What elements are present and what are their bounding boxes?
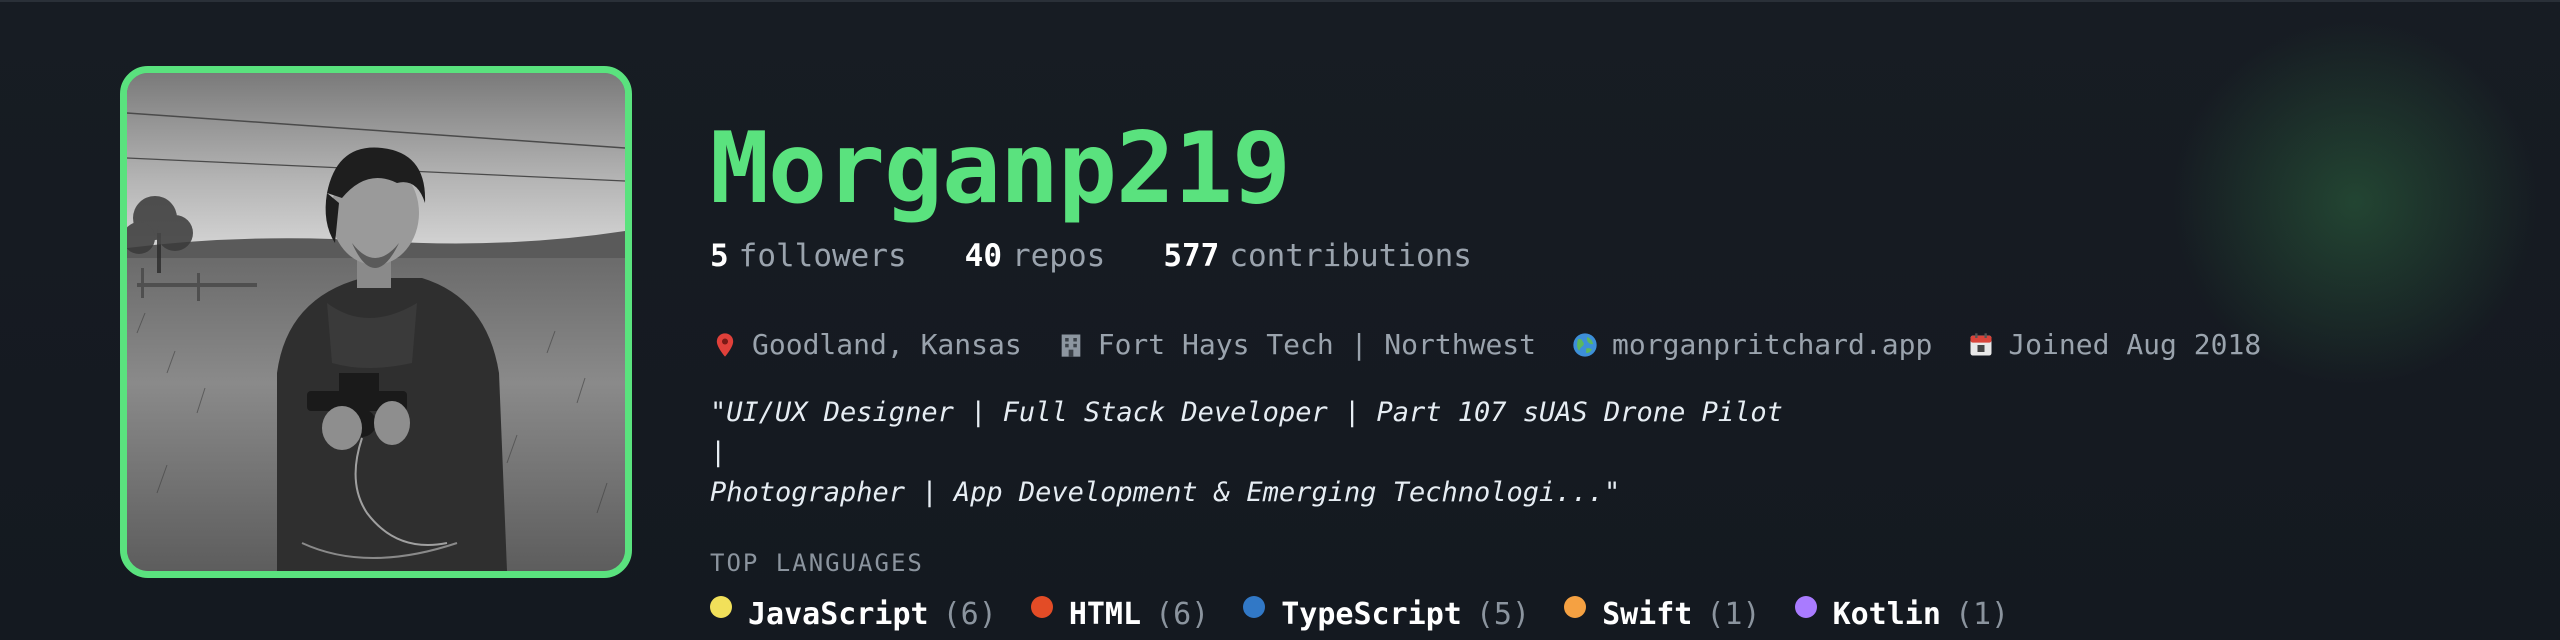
language-color-dot — [1030, 595, 1053, 618]
language-name: Swift — [1602, 597, 1693, 632]
language-name: JavaScript — [748, 597, 929, 632]
language-item[interactable]: TypeScript (5) — [1243, 595, 1531, 632]
language-name: HTML — [1068, 597, 1142, 632]
language-item[interactable]: HTML (6) — [1030, 595, 1210, 632]
stat-followers-label: followers — [738, 238, 907, 274]
language-name: TypeScript — [1281, 597, 1462, 632]
meta-website[interactable]: morganpritchard.app — [1570, 328, 1932, 361]
meta-company: Fort Hays Tech | Northwest — [1056, 328, 1536, 361]
globe-icon — [1570, 330, 1600, 360]
calendar-icon — [1966, 330, 1996, 360]
top-languages-title: TOP LANGUAGES — [710, 549, 924, 577]
language-item[interactable]: Swift (1) — [1564, 595, 1761, 632]
profile-info: Morganp219 5 followers 40 repos 577 contrib… — [710, 102, 2490, 632]
avatar-photo — [127, 73, 625, 571]
stat-contributions-value: 577 — [1163, 238, 1220, 274]
language-color-dot — [1564, 595, 1587, 618]
language-color-dot — [1243, 595, 1266, 618]
top-languages-list: JavaScript (6) HTML (6) TypeScript (5) S… — [710, 595, 2490, 632]
stat-followers[interactable]: 5 followers — [710, 238, 907, 274]
language-count: (5) — [1475, 597, 1531, 632]
building-icon — [1056, 330, 1086, 360]
language-count: (1) — [1706, 597, 1761, 632]
avatar[interactable] — [120, 66, 632, 578]
bio-line-2: Photographer | App Development & Emergin… — [710, 477, 1621, 508]
bio-line-1: "UI/UX Designer | Full Stack Developer |… — [710, 397, 1783, 468]
username[interactable]: Morganp219 — [710, 120, 2490, 218]
language-name: Kotlin — [1832, 597, 1941, 632]
stat-repos-label: repos — [1011, 238, 1106, 274]
meta-location: Goodland, Kansas — [710, 328, 1022, 361]
stat-contributions[interactable]: 577 contributions — [1163, 238, 1472, 274]
company-text: Fort Hays Tech | Northwest — [1097, 328, 1537, 361]
stat-followers-value: 5 — [710, 238, 729, 274]
stats-row: 5 followers 40 repos 577 contributions — [710, 238, 2490, 274]
language-count: (6) — [1155, 597, 1210, 632]
stat-repos-value: 40 — [964, 238, 1002, 274]
meta-joined: Joined Aug 2018 — [1966, 328, 2261, 361]
stat-repos[interactable]: 40 repos — [965, 238, 1106, 274]
profile-card: Morganp219 5 followers 40 repos 577 contrib… — [0, 0, 2560, 640]
joined-text: Joined Aug 2018 — [2008, 328, 2262, 361]
meta-row: Goodland, Kansas Fort Hays Tech | Northw… — [710, 328, 2490, 361]
location-text: Goodland, Kansas — [752, 328, 1022, 361]
stat-contributions-label: contributions — [1229, 238, 1472, 274]
language-color-dot — [1794, 595, 1817, 618]
language-item[interactable]: JavaScript (6) — [710, 595, 997, 632]
location-pin-icon — [710, 330, 740, 360]
bio: "UI/UX Designer | Full Stack Developer |… — [710, 393, 1810, 513]
website-link[interactable]: morganpritchard.app — [1612, 328, 1932, 361]
language-count: (6) — [942, 597, 997, 632]
language-count: (1) — [1954, 597, 2010, 632]
language-color-dot — [710, 595, 732, 618]
language-item[interactable]: Kotlin (1) — [1794, 595, 2010, 632]
